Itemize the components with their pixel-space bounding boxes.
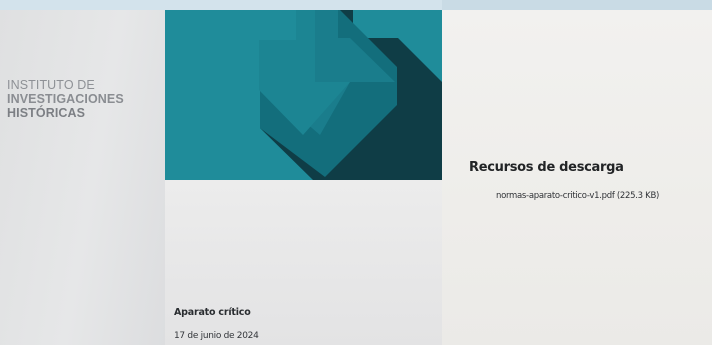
document-card[interactable]: Aparato crítico 17 de junio de 2024 [165, 180, 442, 345]
institute-logo-line3: HISTÓRICAS [7, 106, 86, 120]
download-arrow-icon [165, 10, 442, 180]
downloads-panel: Recursos de descarga normas-aparato-crit… [442, 10, 712, 345]
downloads-heading: Recursos de descarga [469, 160, 624, 175]
document-title[interactable]: Aparato crítico [174, 307, 251, 318]
pdf-download-link[interactable]: normas-aparato-critico-v1.pdf (225.3 KB) [496, 191, 659, 201]
document-cover-image[interactable] [165, 10, 442, 180]
page: INSTITUTO DE INVESTIGACIONES HISTÓRICAS … [0, 0, 712, 345]
institute-logo[interactable]: INSTITUTO DE INVESTIGACIONES HISTÓRICAS [7, 78, 124, 120]
institute-logo-line1: INSTITUTO DE [7, 78, 95, 92]
institute-logo-line2: INVESTIGACIONES [7, 92, 124, 106]
left-panel: INSTITUTO DE INVESTIGACIONES HISTÓRICAS [0, 10, 165, 345]
document-date: 17 de junio de 2024 [174, 331, 259, 341]
top-strip-right [442, 0, 712, 10]
